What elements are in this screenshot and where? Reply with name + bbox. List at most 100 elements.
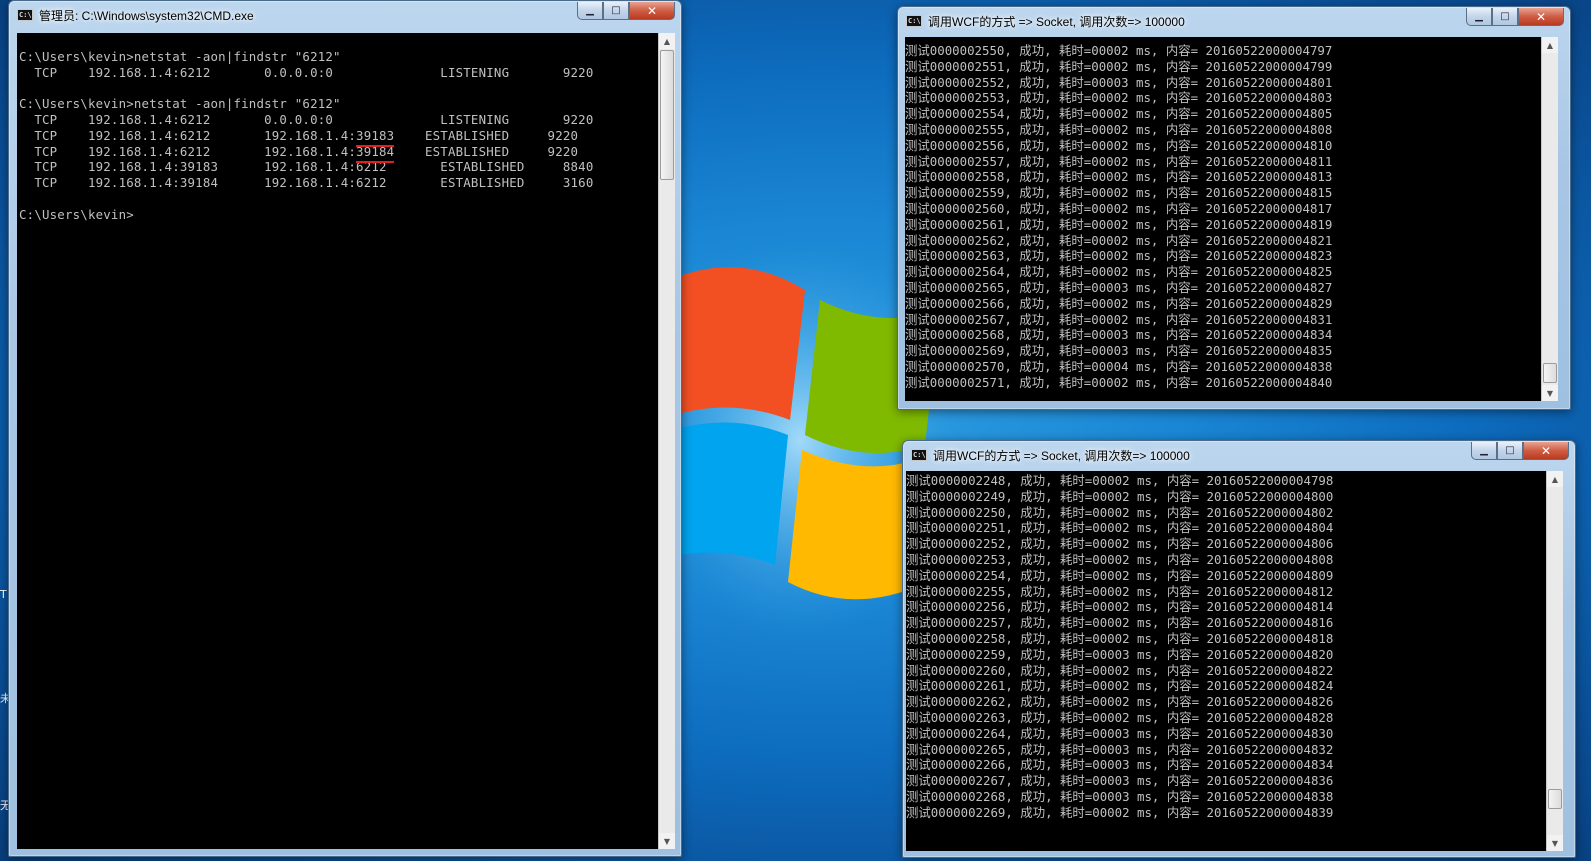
console-line: TCP 192.168.1.4:6212 0.0.0.0:0 LISTENING… (19, 111, 594, 127)
maximize-button[interactable]: □ (1497, 442, 1523, 460)
minimize-icon: ▁ (1475, 11, 1483, 22)
console-line: 测试0000002557, 成功, 耗时=00002 ms, 内容= 20160… (905, 153, 1333, 169)
console-line: 测试0000002267, 成功, 耗时=00003 ms, 内容= 20160… (906, 773, 1334, 789)
scrollbar-thumb[interactable] (1543, 363, 1557, 383)
console-line: 测试0000002564, 成功, 耗时=00002 ms, 内容= 20160… (905, 264, 1333, 280)
maximize-icon: □ (611, 5, 621, 16)
console-line: 测试0000002263, 成功, 耗时=00002 ms, 内容= 20160… (906, 709, 1334, 725)
socket-window-top[interactable]: C:\ 调用WCF的方式 => Socket, 调用次数=> 100000 ▁ … (897, 6, 1571, 410)
close-icon: ✕ (1540, 443, 1552, 458)
console-line: 测试0000002558, 成功, 耗时=00002 ms, 内容= 20160… (905, 169, 1333, 185)
maximize-button[interactable]: □ (603, 2, 629, 20)
maximize-icon: □ (1505, 445, 1515, 456)
close-button[interactable]: ✕ (1518, 8, 1564, 26)
console-line: 测试0000002559, 成功, 耗时=00002 ms, 内容= 20160… (905, 185, 1333, 201)
console-line: TCP 192.168.1.4:39184 192.168.1.4:6212 E… (19, 175, 594, 191)
console-line: 测试0000002550, 成功, 耗时=00002 ms, 内容= 20160… (905, 43, 1333, 58)
scrollbar-thumb[interactable] (1548, 789, 1562, 809)
console-line: 测试0000002249, 成功, 耗时=00002 ms, 内容= 20160… (906, 488, 1334, 504)
scroll-up-arrow-icon[interactable]: ▲ (1547, 471, 1563, 487)
console-line: 测试0000002251, 成功, 耗时=00002 ms, 内容= 20160… (906, 520, 1334, 536)
console-line: TCP 192.168.1.4:6212 0.0.0.0:0 LISTENING… (19, 64, 594, 80)
console-line: TCP 192.168.1.4:6212 192.168.1.4:39184 E… (19, 144, 658, 160)
minimize-button[interactable]: ▁ (1471, 442, 1497, 460)
socket-window-bottom[interactable]: C:\ 调用WCF的方式 => Socket, 调用次数=> 100000 ▁ … (902, 440, 1576, 858)
scroll-up-arrow-icon[interactable]: ▲ (659, 33, 675, 49)
console-line: 测试0000002261, 成功, 耗时=00002 ms, 内容= 20160… (906, 678, 1334, 694)
console-line: 测试0000002565, 成功, 耗时=00003 ms, 内容= 20160… (905, 279, 1333, 295)
console-line: 测试0000002257, 成功, 耗时=00002 ms, 内容= 20160… (906, 615, 1334, 631)
console-line: 测试0000002252, 成功, 耗时=00002 ms, 内容= 20160… (906, 536, 1334, 552)
console-line: 测试0000002568, 成功, 耗时=00003 ms, 内容= 20160… (905, 327, 1333, 343)
console-line: 测试0000002258, 成功, 耗时=00002 ms, 内容= 20160… (906, 630, 1334, 646)
console-text: ESTABLISHED 9220 (394, 127, 579, 143)
console-text: TCP 192.168.1.4:6212 192.168.1.4: (19, 143, 357, 159)
cmd-scrollbar[interactable]: ▲ ▼ (658, 33, 675, 849)
console-line: TCP 192.168.1.4:39183 192.168.1.4:6212 E… (19, 159, 594, 175)
cmd-window[interactable]: C:\ 管理员: C:\Windows\system32\CMD.exe ▁ □… (8, 0, 682, 857)
cmd-titlebar[interactable]: C:\ 管理员: C:\Windows\system32\CMD.exe ▁ □… (9, 1, 681, 30)
console-line: 测试0000002255, 成功, 耗时=00002 ms, 内容= 20160… (906, 583, 1334, 599)
console-line: 测试0000002253, 成功, 耗时=00002 ms, 内容= 20160… (906, 551, 1334, 567)
console-line: 测试0000002562, 成功, 耗时=00002 ms, 内容= 20160… (905, 232, 1333, 248)
console-line: TCP 192.168.1.4:6212 192.168.1.4:39183 E… (19, 128, 658, 144)
socket-console-output[interactable]: 测试0000002550, 成功, 耗时=00002 ms, 内容= 20160… (905, 37, 1541, 401)
console-line: 测试0000002265, 成功, 耗时=00003 ms, 内容= 20160… (906, 741, 1334, 757)
socket-scrollbar[interactable]: ▲ ▼ (1541, 37, 1558, 401)
console-line: 测试0000002567, 成功, 耗时=00002 ms, 内容= 20160… (905, 311, 1333, 327)
console-line: 测试0000002248, 成功, 耗时=00002 ms, 内容= 20160… (906, 473, 1334, 488)
console-line: 测试0000002266, 成功, 耗时=00003 ms, 内容= 20160… (906, 757, 1334, 773)
window-controls: ▁ □ ✕ (1471, 442, 1569, 460)
console-line: 测试0000002553, 成功, 耗时=00002 ms, 内容= 20160… (905, 90, 1333, 106)
scroll-up-arrow-icon[interactable]: ▲ (1542, 37, 1558, 53)
window-title: 调用WCF的方式 => Socket, 调用次数=> 100000 (933, 449, 1190, 463)
console-line: 测试0000002569, 成功, 耗时=00003 ms, 内容= 20160… (905, 343, 1333, 359)
socket-scrollbar[interactable]: ▲ ▼ (1546, 471, 1563, 851)
console-line: 测试0000002552, 成功, 耗时=00003 ms, 内容= 20160… (905, 74, 1333, 90)
console-line: 测试0000002554, 成功, 耗时=00002 ms, 内容= 20160… (905, 106, 1333, 122)
console-line: 测试0000002563, 成功, 耗时=00002 ms, 内容= 20160… (905, 248, 1333, 264)
maximize-icon: □ (1500, 11, 1510, 22)
console-icon: C:\ (17, 9, 33, 21)
socket-console-output[interactable]: 测试0000002248, 成功, 耗时=00002 ms, 内容= 20160… (906, 471, 1546, 851)
cmd-console-output[interactable]: C:\Users\kevin>netstat -aon|findstr "621… (17, 33, 658, 849)
console-line: 测试0000002250, 成功, 耗时=00002 ms, 内容= 20160… (906, 504, 1334, 520)
console-line: 测试0000002264, 成功, 耗时=00003 ms, 内容= 20160… (906, 725, 1334, 741)
socket-titlebar[interactable]: C:\ 调用WCF的方式 => Socket, 调用次数=> 100000 ▁ … (898, 7, 1570, 36)
scroll-down-arrow-icon[interactable]: ▼ (1542, 385, 1558, 401)
scroll-down-arrow-icon[interactable]: ▼ (659, 833, 675, 849)
console-line: 测试0000002560, 成功, 耗时=00002 ms, 内容= 20160… (905, 200, 1333, 216)
maximize-button[interactable]: □ (1492, 8, 1518, 26)
console-line: 测试0000002556, 成功, 耗时=00002 ms, 内容= 20160… (905, 137, 1333, 153)
console-line: C:\Users\kevin>netstat -aon|findstr "621… (19, 48, 341, 64)
console-line: 测试0000002259, 成功, 耗时=00003 ms, 内容= 20160… (906, 646, 1334, 662)
console-text: ESTABLISHED 9220 (394, 143, 579, 159)
console-icon: C:\ (906, 15, 922, 27)
console-line: 测试0000002571, 成功, 耗时=00002 ms, 内容= 20160… (905, 374, 1333, 390)
desktop-edge-text: T (0, 588, 7, 601)
console-line: 测试0000002269, 成功, 耗时=00002 ms, 内容= 20160… (906, 804, 1334, 820)
console-line: 测试0000002570, 成功, 耗时=00004 ms, 内容= 20160… (905, 358, 1333, 374)
socket-titlebar[interactable]: C:\ 调用WCF的方式 => Socket, 调用次数=> 100000 ▁ … (903, 441, 1575, 470)
console-line: 测试0000002551, 成功, 耗时=00002 ms, 内容= 20160… (905, 58, 1333, 74)
window-title: 管理员: C:\Windows\system32\CMD.exe (39, 9, 254, 23)
console-line: 测试0000002254, 成功, 耗时=00002 ms, 内容= 20160… (906, 567, 1334, 583)
console-line: 测试0000002268, 成功, 耗时=00003 ms, 内容= 20160… (906, 788, 1334, 804)
window-title: 调用WCF的方式 => Socket, 调用次数=> 100000 (928, 15, 1185, 29)
console-line: 测试0000002262, 成功, 耗时=00002 ms, 内容= 20160… (906, 694, 1334, 710)
minimize-icon: ▁ (586, 5, 594, 16)
window-controls: ▁ □ ✕ (577, 2, 675, 20)
highlighted-port: 39184 (356, 143, 395, 159)
minimize-button[interactable]: ▁ (1466, 8, 1492, 26)
scrollbar-thumb[interactable] (660, 50, 674, 180)
close-icon: ✕ (646, 3, 658, 18)
minimize-button[interactable]: ▁ (577, 2, 603, 20)
close-button[interactable]: ✕ (629, 2, 675, 20)
scroll-down-arrow-icon[interactable]: ▼ (1547, 835, 1563, 851)
console-icon: C:\ (911, 449, 927, 461)
console-line: C:\Users\kevin>netstat -aon|findstr "621… (19, 96, 341, 112)
close-button[interactable]: ✕ (1523, 442, 1569, 460)
console-line: 测试0000002561, 成功, 耗时=00002 ms, 内容= 20160… (905, 216, 1333, 232)
